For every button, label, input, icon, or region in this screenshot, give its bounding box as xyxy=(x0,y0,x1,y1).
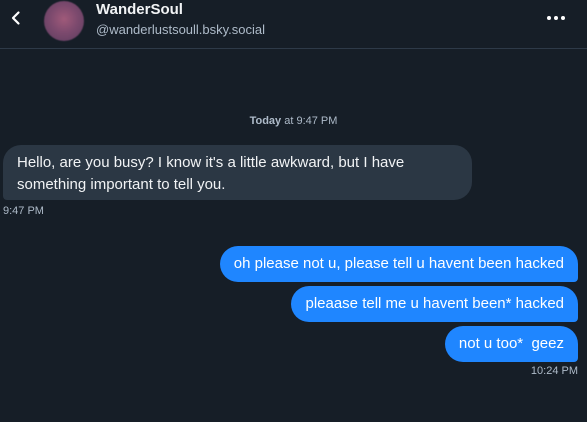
date-separator-time: at 9:47 PM xyxy=(284,115,338,127)
conversation-header: WanderSoul @wanderlustsoull.bsky.social xyxy=(0,0,587,49)
outgoing-message-time: 10:24 PM xyxy=(530,365,578,377)
incoming-message-time: 9:47 PM xyxy=(3,205,44,217)
outgoing-message[interactable]: not u too* geez xyxy=(444,326,578,362)
ellipsis-icon xyxy=(547,16,565,20)
more-options-button[interactable] xyxy=(543,8,569,28)
outgoing-message[interactable]: pleaase tell me u havent been* hacked xyxy=(291,286,578,322)
back-button[interactable] xyxy=(4,6,28,30)
date-separator: Today at 9:47 PM xyxy=(0,115,587,127)
outgoing-message[interactable]: oh please not u, please tell u havent be… xyxy=(219,246,578,282)
chevron-left-icon xyxy=(11,11,20,25)
user-handle: @wanderlustsoull.bsky.social xyxy=(96,22,266,37)
date-separator-day: Today xyxy=(249,115,282,127)
incoming-message[interactable]: Hello, are you busy? I know it's a littl… xyxy=(3,145,472,200)
avatar[interactable] xyxy=(44,1,84,41)
chat-window: WanderSoul @wanderlustsoull.bsky.social … xyxy=(0,0,587,422)
display-name[interactable]: WanderSoul xyxy=(96,1,183,18)
